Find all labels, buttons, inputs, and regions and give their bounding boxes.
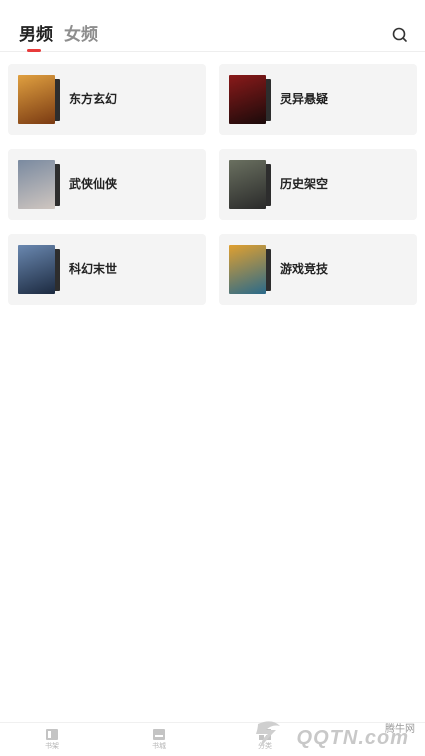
nav-label: 书城 [152,743,166,750]
search-icon [392,27,407,42]
watermark: 腾牛网 QQTN.com [250,718,415,752]
category-card-5[interactable]: 游戏竞技 [219,234,417,305]
category-label: 东方玄幻 [69,92,118,106]
top-bar: 男频 女频 [0,0,425,52]
book-cover [229,160,273,209]
tab-male[interactable]: 男频 [19,23,53,47]
book-cover [18,160,62,209]
category-label: 武侠仙侠 [69,177,118,191]
tab-indicator [27,49,41,52]
nav-bookstore[interactable]: 书城 [139,729,179,751]
search-button[interactable] [389,24,411,46]
nav-label: 书架 [45,743,59,750]
watermark-main: QQTN.com [296,727,409,749]
tab-female[interactable]: 女频 [64,23,98,47]
watermark-logo-icon [256,721,280,748]
book-cover [18,245,62,294]
category-card-4[interactable]: 科幻末世 [8,234,206,305]
category-card-2[interactable]: 武侠仙侠 [8,149,206,220]
bookshelf-icon [46,729,58,740]
category-label: 灵异悬疑 [280,92,329,106]
cover-image [18,75,55,124]
nav-bookshelf[interactable]: 书架 [32,729,72,751]
book-cover [18,75,62,124]
category-card-3[interactable]: 历史架空 [219,149,417,220]
bookstore-icon [153,729,165,740]
cover-image [229,245,266,294]
category-card-0[interactable]: 东方玄幻 [8,64,206,135]
category-card-1[interactable]: 灵异悬疑 [219,64,417,135]
book-cover [229,245,273,294]
category-label: 科幻末世 [69,262,118,276]
cover-image [18,245,55,294]
cover-image [18,160,55,209]
category-label: 游戏竞技 [280,262,329,276]
cover-image [229,160,266,209]
book-cover [229,75,273,124]
category-label: 历史架空 [280,177,329,191]
cover-image [229,75,266,124]
